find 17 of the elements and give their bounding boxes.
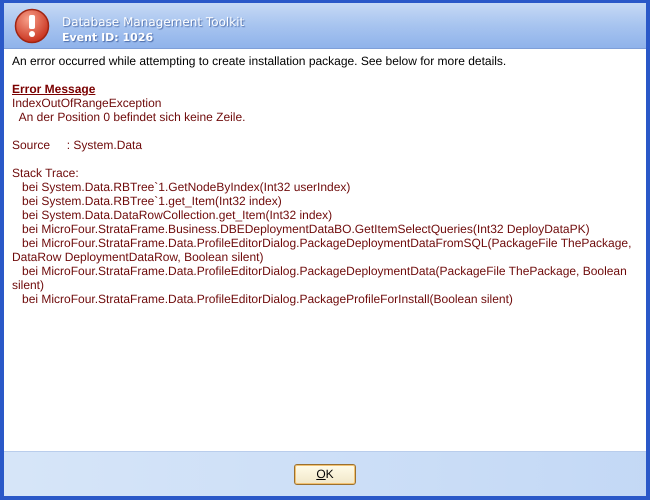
error-icon	[14, 8, 50, 44]
ok-button[interactable]: OK	[294, 464, 356, 484]
stack-trace-line: bei MicroFour.StrataFrame.Data.ProfileEditorDialog.PackageDeploymentDataFromSQL(PackageFile ThePackage, DataRow DeploymentDataRow, Boolean silent)	[12, 236, 632, 264]
stack-trace-line: bei System.Data.RBTree`1.get_Item(Int32 index)	[21, 194, 283, 208]
stack-trace-label: Stack Trace:	[12, 166, 80, 180]
window-title: Database Management Toolkit	[62, 14, 244, 30]
error-summary: An error occurred while attempting to create installation package. See below for more details.	[12, 54, 508, 68]
source-line: Source : System.Data	[12, 138, 144, 152]
exception-message: An der Position 0 befindet sich keine Zeile.	[18, 110, 246, 124]
stack-trace-line: bei System.Data.RBTree`1.GetNodeByIndex(Int32 userIndex)	[21, 180, 352, 194]
stack-trace-line: bei MicroFour.StrataFrame.Business.DBEDeploymentDataBO.GetItemSelectQueries(Int32 DeployDataPK)	[21, 222, 591, 236]
event-id: Event ID: 1026	[62, 30, 154, 45]
exception-name: IndexOutOfRangeException	[12, 96, 162, 110]
error-message-heading: Error Message	[12, 82, 96, 96]
stack-trace-line: bei MicroFour.StrataFrame.Data.ProfileEditorDialog.PackageDeploymentData(PackageFile ThePackage, Boolean silent)	[12, 264, 628, 292]
stack-trace-line: bei System.Data.DataRowCollection.get_Item(Int32 index)	[21, 208, 334, 222]
stack-trace-line: bei MicroFour.StrataFrame.Data.ProfileEditorDialog.PackageProfileForInstall(Boolean silent)	[21, 292, 514, 306]
